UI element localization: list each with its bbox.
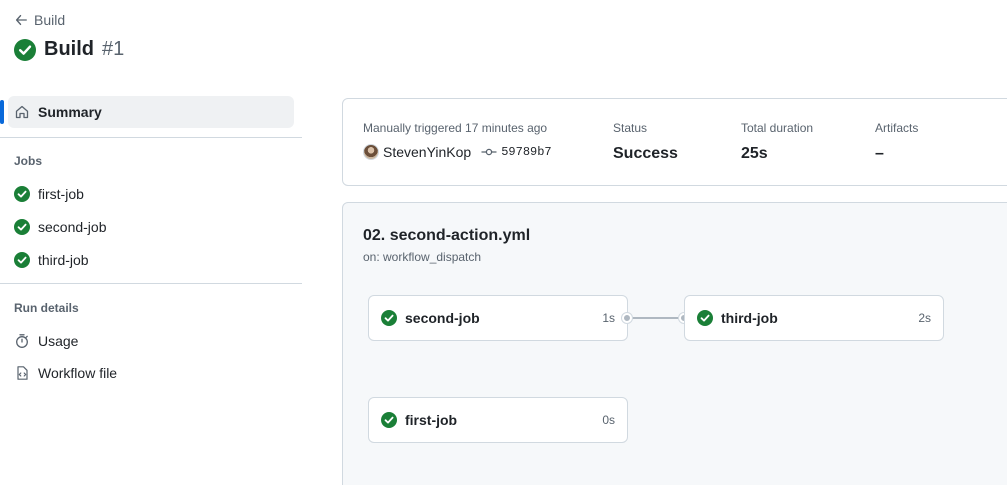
sidebar-item-second-job[interactable]: second-job <box>14 217 107 237</box>
duration-label: Total duration <box>741 121 814 135</box>
avatar[interactable] <box>363 144 379 160</box>
trigger-text: Manually triggered 17 minutes ago <box>363 121 548 135</box>
status-value: Success <box>613 145 678 162</box>
sidebar-item-label: Usage <box>38 333 79 349</box>
job-name: second-job <box>405 310 480 326</box>
page-title: Build #1 <box>14 38 124 61</box>
workflow-trigger: on: workflow_dispatch <box>363 250 482 264</box>
home-icon <box>15 105 29 119</box>
job-node-first-job[interactable]: first-job 0s <box>368 397 628 443</box>
sidebar-item-label: first-job <box>38 186 84 202</box>
trigger-column: Manually triggered 17 minutes ago Steven… <box>363 121 552 160</box>
job-node-second-job[interactable]: second-job 1s <box>368 295 628 341</box>
job-duration: 1s <box>602 311 615 325</box>
sidebar: Summary Jobs first-job second-job third-… <box>0 96 302 381</box>
status-column: Status Success <box>613 121 678 163</box>
divider <box>0 137 302 138</box>
artifacts-column: Artifacts – <box>875 121 918 163</box>
status-label: Status <box>613 121 648 135</box>
arrow-left-icon <box>15 14 27 26</box>
artifacts-label: Artifacts <box>875 121 919 135</box>
sidebar-item-usage[interactable]: Usage <box>14 331 78 351</box>
run-name: Build <box>44 38 94 60</box>
job-duration: 2s <box>918 311 931 325</box>
run-number: #1 <box>102 38 125 60</box>
sidebar-item-label: Workflow file <box>38 365 118 381</box>
sidebar-item-third-job[interactable]: third-job <box>14 250 89 270</box>
commit-sha-link[interactable]: 59789b7 <box>501 145 551 159</box>
success-check-icon <box>14 219 30 235</box>
actor-row: StevenYinKop 59789b7 <box>363 144 552 160</box>
back-link[interactable]: Build <box>14 12 65 28</box>
git-commit-icon <box>481 148 497 156</box>
job-connector-line <box>631 317 685 319</box>
workflow-graph: 02. second-action.yml on: workflow_dispa… <box>342 202 1007 485</box>
success-check-icon <box>381 310 397 326</box>
run-summary-card: Manually triggered 17 minutes ago Steven… <box>342 98 1007 186</box>
success-check-icon <box>14 38 36 61</box>
job-name: first-job <box>405 412 458 428</box>
sidebar-item-label: Summary <box>38 104 102 120</box>
duration-value: 25s <box>741 145 768 162</box>
actor-link[interactable]: StevenYinKop <box>383 144 471 160</box>
job-duration: 0s <box>602 413 615 427</box>
back-link-label: Build <box>34 12 66 28</box>
run-details-heading: Run details <box>14 301 79 315</box>
sidebar-item-first-job[interactable]: first-job <box>14 184 84 204</box>
jobs-heading: Jobs <box>14 154 43 168</box>
success-check-icon <box>14 252 30 268</box>
success-check-icon <box>14 186 30 202</box>
stopwatch-icon <box>16 334 28 348</box>
sidebar-item-label: third-job <box>38 252 89 268</box>
sidebar-item-workflow-file[interactable]: Workflow file <box>14 363 117 383</box>
file-code-icon <box>17 366 28 380</box>
duration-column: Total duration 25s <box>741 121 813 163</box>
job-name: third-job <box>721 310 778 326</box>
success-check-icon <box>381 412 397 428</box>
success-check-icon <box>697 310 713 326</box>
artifacts-value: – <box>875 145 884 162</box>
active-indicator <box>0 100 4 124</box>
workflow-title: 02. second-action.yml <box>363 227 531 244</box>
job-connector-dot <box>622 313 632 323</box>
sidebar-item-summary[interactable]: Summary <box>0 96 294 128</box>
job-node-third-job[interactable]: third-job 2s <box>684 295 944 341</box>
sidebar-item-label: second-job <box>38 219 107 235</box>
divider <box>0 283 302 284</box>
